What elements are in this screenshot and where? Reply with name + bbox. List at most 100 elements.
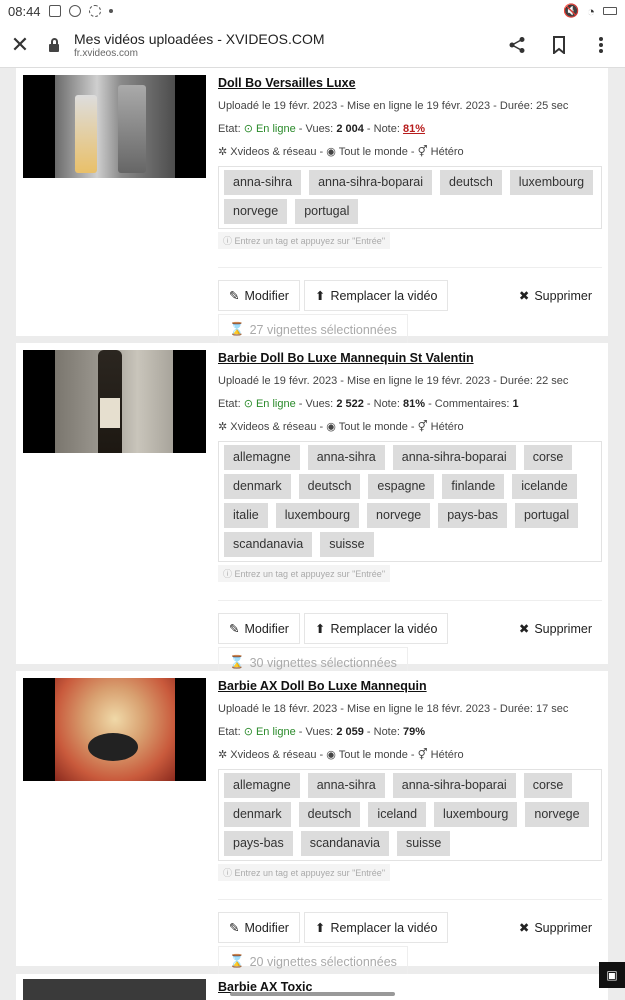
tag-chip[interactable]: corse [523,773,573,798]
page-url: fr.xvideos.com [74,47,138,59]
info-icon: ⓘ [223,868,233,878]
tag-chip[interactable]: suisse [396,831,451,856]
battery-icon [603,7,617,15]
upload-info: Uploadé le 19 févr. 2023 - Mise en ligne… [218,100,569,112]
delete-button[interactable]: ✖ Supprimer [518,621,602,637]
video-title-link[interactable]: Barbie AX Doll Bo Luxe Mannequin [218,679,602,693]
share-icon[interactable] [507,36,527,54]
delete-icon: ✖ [518,289,530,303]
tag-chip[interactable]: espagne [368,474,435,499]
tag-chip[interactable]: luxembourg [509,170,594,195]
video-thumbnail[interactable] [23,75,206,178]
privacy-line: ✲ Xvideos & réseau - ◉ Tout le monde - ⚥… [218,749,464,761]
tag-hint: ⓘ Entrez un tag et appuyez sur "Entrée" [218,232,391,249]
tag-chip[interactable]: allemagne [224,445,300,470]
hourglass-icon: ⌛ [229,954,245,968]
tag-chip[interactable]: scandanavia [300,831,389,856]
delete-button[interactable]: ✖ Supprimer [518,288,602,304]
lock-icon[interactable] [48,37,60,52]
upload-icon: ⬆ [314,622,326,636]
thumbnails-selected-button[interactable]: ⌛ 27 vignettes sélectionnées [218,314,408,345]
more-options-icon[interactable] [591,36,611,54]
notification-dot-icon [108,9,113,13]
gallery-icon [48,5,61,17]
thumbnails-selected-button[interactable]: ⌛ 20 vignettes sélectionnées [218,946,408,977]
video-thumbnail[interactable] [23,678,206,781]
status-bar: 08:44 🔇 ◔ [0,0,625,22]
tag-chip[interactable]: italie [224,503,268,528]
tag-chip[interactable]: anna-sihra [307,445,385,470]
replace-video-button[interactable]: ⬆ Remplacer la vidéo [303,280,449,311]
status-online: En ligne [255,726,296,738]
tag-chip[interactable]: denmark [224,802,291,827]
video-thumbnail[interactable] [23,350,206,453]
gender-icon: ⚥ [417,146,428,158]
sync-icon [88,5,101,17]
video-card: Barbie AX Doll Bo Luxe Mannequin Uploadé… [16,671,608,977]
tag-chip[interactable]: anna-sihra [224,170,302,195]
tag-chip[interactable]: suisse [320,532,374,557]
rating-link[interactable]: 81% [403,123,425,135]
upload-icon: ⬆ [314,289,326,303]
edit-button[interactable]: ✎ Modifier [218,280,300,311]
edit-button[interactable]: ✎ Modifier [218,912,300,943]
edit-icon: ✎ [229,289,240,303]
tag-chip[interactable]: norvege [224,199,288,224]
tags-box[interactable]: allemagne anna-sihra anna-sihra-boparai cor… [218,441,602,562]
close-icon[interactable]: ✕ [2,27,38,63]
tag-chip[interactable]: portugal [295,199,359,224]
check-circle-icon: ⊙ [243,123,253,135]
settings-icon [68,5,81,17]
eye-icon: ◉ [326,146,336,158]
tag-chip[interactable]: corse [523,445,573,470]
status-line: Etat: ⊙ En ligne - Vues: 2 059 - Note: 7… [218,726,426,738]
tag-hint: ⓘ Entrez un tag et appuyez sur "Entrée" [218,864,391,881]
tag-chip[interactable]: anna-sihra-boparai [309,170,433,195]
tag-chip[interactable]: pays-bas [224,831,293,856]
network-icon: ✲ [218,749,228,761]
delete-icon: ✖ [518,622,530,636]
tag-chip[interactable]: luxembourg [434,802,518,827]
tag-chip[interactable]: norvege [525,802,589,827]
tags-box[interactable]: anna-sihra anna-sihra-boparai deutsch luxem… [218,166,602,229]
tag-chip[interactable]: denmark [224,474,291,499]
tag-chip[interactable]: scandanavia [224,532,313,557]
tag-chip[interactable]: anna-sihra-boparai [392,445,516,470]
tag-chip[interactable]: luxembourg [275,503,360,528]
edit-icon: ✎ [229,921,240,935]
tag-chip[interactable]: portugal [514,503,579,528]
page-title-area[interactable]: Mes vidéos uploadées - XVIDEOS.COM fr.xv… [74,31,507,59]
comments-count: 1 [512,398,519,410]
replace-video-button[interactable]: ⬆ Remplacer la vidéo [303,912,449,943]
tag-chip[interactable]: deutsch [298,802,361,827]
video-title-link[interactable]: Doll Bo Versailles Luxe [218,76,602,90]
hourglass-icon: ⌛ [229,322,245,336]
video-thumbnail[interactable] [23,979,206,1000]
video-title-link[interactable]: Barbie Doll Bo Luxe Mannequin St Valenti… [218,351,602,365]
chat-icon[interactable]: ▣ [599,962,625,988]
bookmark-icon[interactable] [549,35,569,54]
tag-chip[interactable]: icelande [512,474,577,499]
delete-icon: ✖ [518,921,530,935]
views-count: 2 004 [336,123,364,135]
status-line: Etat: ⊙ En ligne - Vues: 2 004 - Note: 8… [218,123,426,135]
tag-chip[interactable]: norvege [367,503,431,528]
tag-chip[interactable]: deutsch [298,474,361,499]
tags-box[interactable]: allemagne anna-sihra anna-sihra-boparai cor… [218,769,602,861]
replace-video-button[interactable]: ⬆ Remplacer la vidéo [303,613,449,644]
tag-chip[interactable]: anna-sihra-boparai [392,773,516,798]
delete-button[interactable]: ✖ Supprimer [518,920,602,936]
privacy-line: ✲ Xvideos & réseau - ◉ Tout le monde - ⚥… [218,421,464,433]
info-icon: ⓘ [223,569,233,579]
network-icon: ✲ [218,421,228,433]
tag-chip[interactable]: deutsch [440,170,502,195]
edit-button[interactable]: ✎ Modifier [218,613,300,644]
tag-chip[interactable]: iceland [368,802,427,827]
tag-chip[interactable]: finlande [442,474,505,499]
tag-chip[interactable]: anna-sihra [307,773,385,798]
status-online: En ligne [255,123,296,135]
tag-chip[interactable]: allemagne [224,773,300,798]
home-indicator[interactable] [230,992,395,996]
tag-chip[interactable]: pays-bas [438,503,507,528]
video-card: Barbie AX Toxic [16,974,608,1000]
